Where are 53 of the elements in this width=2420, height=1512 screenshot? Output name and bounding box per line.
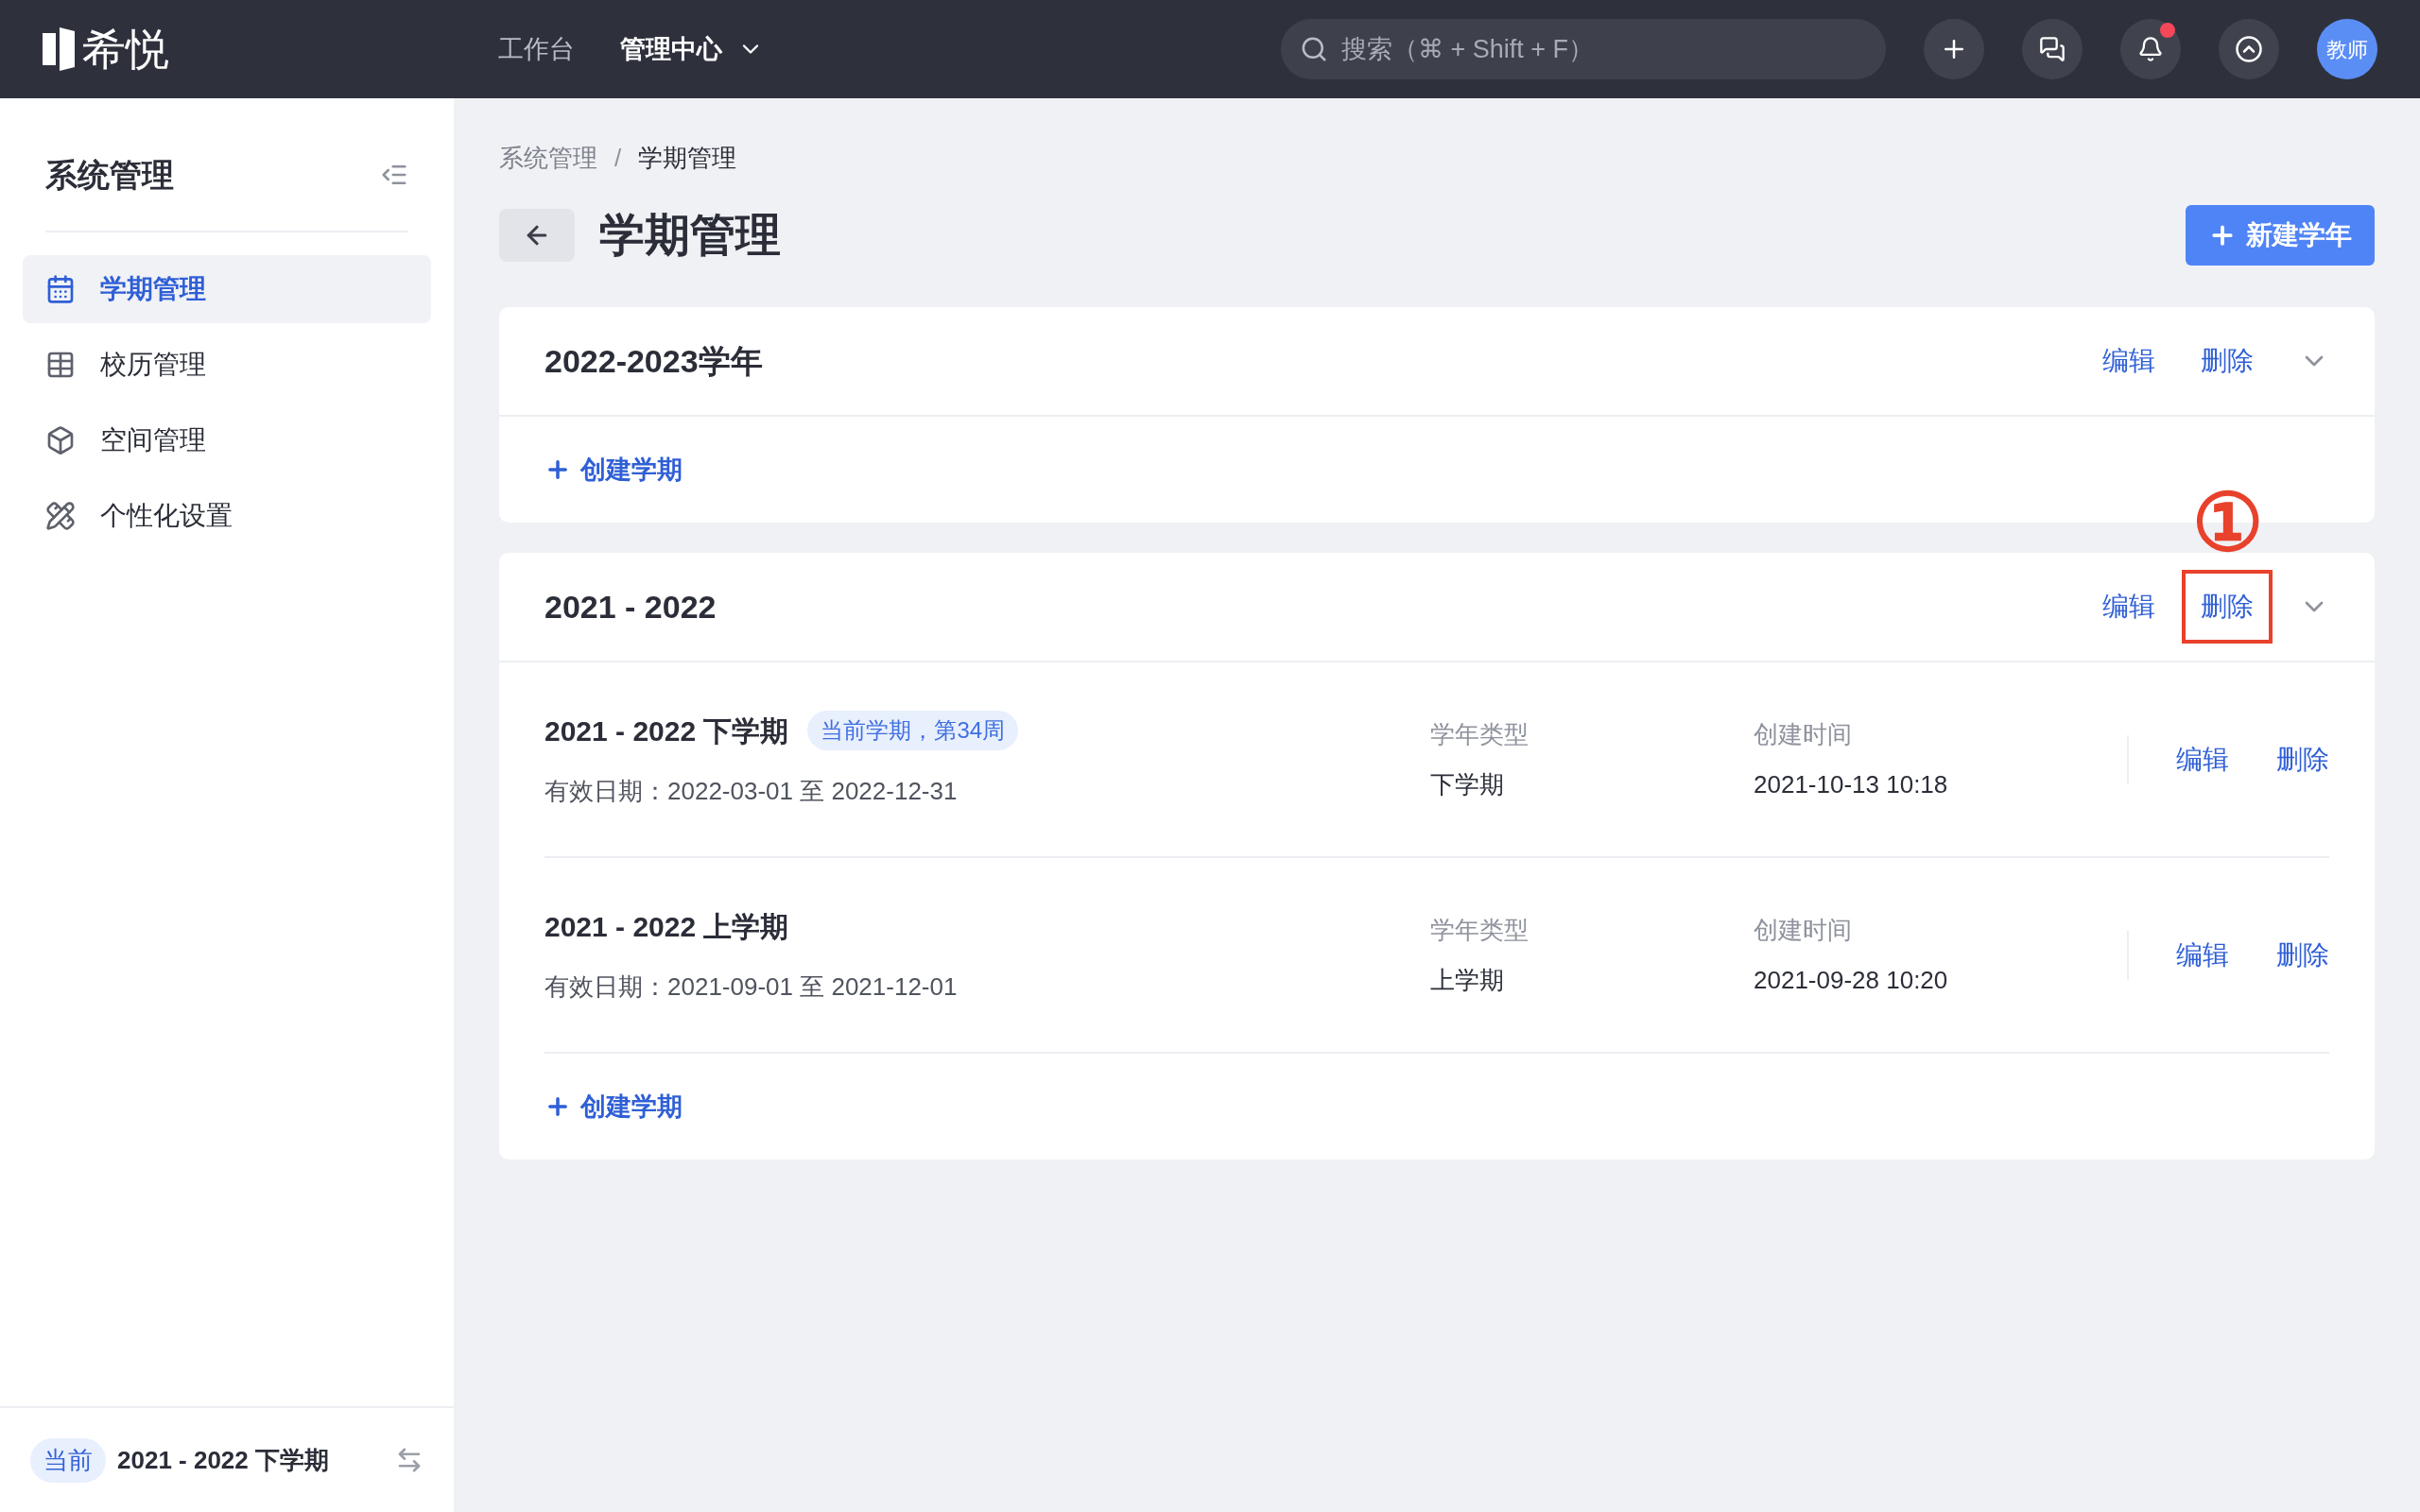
nav-link[interactable]: 管理中心 — [620, 29, 764, 69]
sidebar-item[interactable]: 空间管理 — [23, 406, 431, 474]
field-value: 下学期 — [1430, 768, 1505, 800]
year-action-link[interactable]: 删除 — [2182, 324, 2273, 398]
field-label: 学年类型 — [1430, 914, 1530, 946]
year-title: 2021 - 2022 — [544, 587, 717, 627]
create-term-link[interactable]: 创建学期 — [544, 450, 683, 490]
term-action-link[interactable]: 删除 — [2276, 935, 2329, 975]
search-field[interactable]: 搜索（⌘ + Shift + F） — [1281, 19, 1886, 79]
avatar[interactable]: 教师 — [2317, 19, 2377, 79]
search-icon — [1300, 35, 1328, 63]
field-value: 2021-09-28 10:20 — [1754, 964, 1949, 996]
validity-text: 有效日期：2022-03-01 至 2022-12-31 — [544, 775, 959, 807]
sidebar-item[interactable]: 个性化设置 — [23, 482, 431, 550]
breadcrumb-link[interactable]: 学期管理 — [638, 140, 737, 177]
breadcrumb-link[interactable]: 系统管理 — [499, 140, 597, 177]
back-button[interactable] — [499, 209, 575, 262]
messages-icon — [2039, 36, 2066, 62]
sidebar-title: 系统管理 — [45, 155, 174, 195]
circle-chevron-icon — [2235, 35, 2263, 63]
annotation-marker: ① — [2191, 483, 2263, 562]
sidebar-item[interactable]: 校历管理 — [23, 331, 431, 399]
bell-icon — [2137, 36, 2164, 62]
create-term-link[interactable]: 创建学期 — [544, 1087, 683, 1126]
current-term-badge: 当前学期，第34周 — [807, 711, 1019, 750]
logo-text: 希悦 — [82, 27, 169, 71]
current-tag: 当前 — [30, 1437, 106, 1483]
nav-link[interactable]: 工作台 — [498, 29, 575, 69]
validity-text: 有效日期：2021-09-01 至 2021-12-01 — [544, 971, 959, 1003]
field-label: 学年类型 — [1430, 718, 1530, 750]
field-label: 创建时间 — [1754, 718, 1853, 750]
year-action-link[interactable]: 编辑 — [2083, 324, 2174, 398]
breadcrumb-separator: / — [614, 143, 622, 174]
current-term: 2021 - 2022 下学期 — [117, 1444, 330, 1476]
logo-icon — [43, 27, 75, 71]
field-label: 创建时间 — [1754, 914, 1853, 946]
sidebar-item[interactable]: 学期管理 — [23, 255, 431, 323]
cube-icon — [45, 425, 76, 455]
field-value: 上学期 — [1430, 964, 1505, 996]
term-action-link[interactable]: 编辑 — [2176, 739, 2229, 780]
term-name: 2021 - 2022 上学期 — [544, 909, 789, 944]
year-action-link[interactable]: 编辑 — [2083, 570, 2174, 644]
field-value: 2021-10-13 10:18 — [1754, 768, 1949, 800]
term-name: 2021 - 2022 下学期 — [544, 713, 789, 748]
new-year-button[interactable]: 新建学年 — [2186, 205, 2375, 266]
year-title: 2022-2023学年 — [544, 341, 764, 381]
calendar-icon — [45, 274, 76, 304]
term-action-link[interactable]: 删除 — [2276, 739, 2329, 780]
year-action-link[interactable]: 删除 — [2182, 570, 2273, 644]
term-action-link[interactable]: 编辑 — [2176, 935, 2229, 975]
page-title: 学期管理 — [599, 209, 782, 262]
pencil-ruler-icon — [45, 501, 76, 531]
grid-icon — [45, 350, 76, 380]
